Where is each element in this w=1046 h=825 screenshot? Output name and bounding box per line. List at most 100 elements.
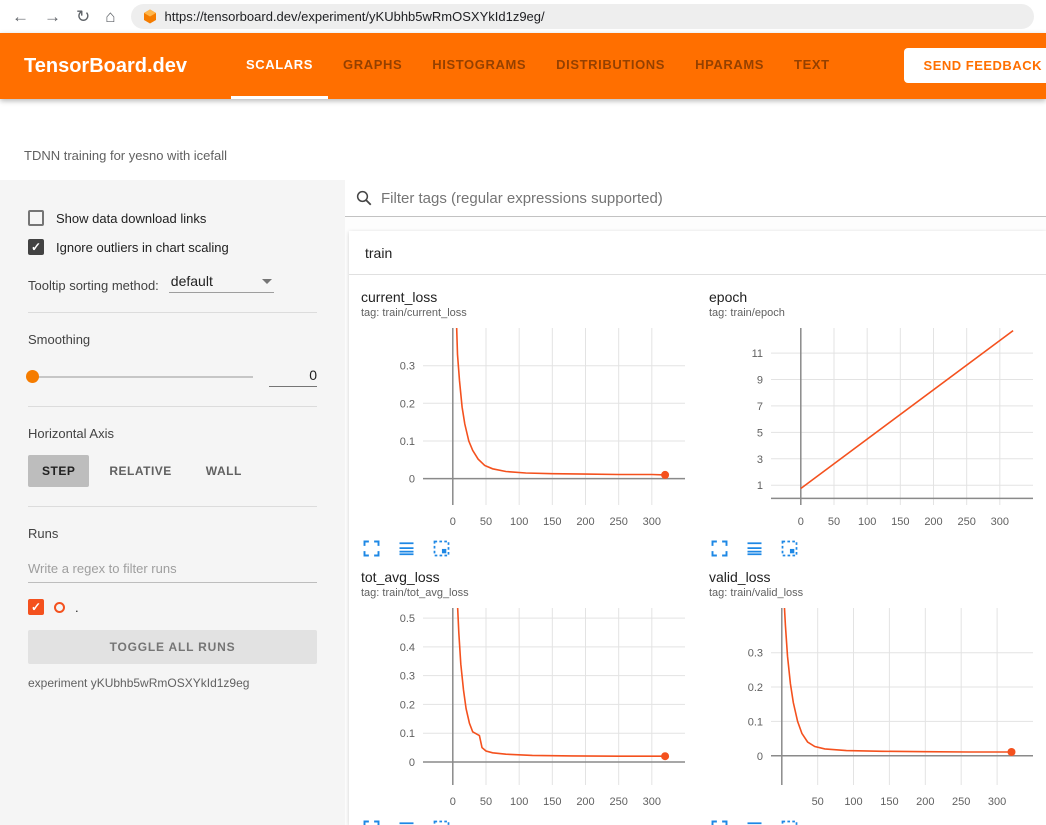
header-tabs: SCALARSGRAPHSHISTOGRAMSDISTRIBUTIONSHPAR…: [231, 33, 845, 99]
filter-tags-input[interactable]: [381, 190, 1046, 207]
smoothing-slider[interactable]: [28, 376, 253, 378]
section-header-train[interactable]: train: [349, 231, 1046, 275]
svg-text:300: 300: [991, 516, 1009, 528]
axis-option-relative[interactable]: RELATIVE: [95, 455, 185, 487]
svg-text:5: 5: [757, 427, 763, 439]
slider-thumb[interactable]: [26, 370, 39, 383]
log-scale-icon[interactable]: [396, 818, 417, 825]
home-icon[interactable]: ⌂: [105, 8, 115, 25]
smoothing-value-input[interactable]: 0: [269, 367, 317, 387]
tooltip-sort-row: Tooltip sorting method: default: [28, 273, 317, 293]
charts-grid: current_loss tag: train/current_loss 0 0.1 0…: [349, 275, 1046, 825]
fit-domain-icon[interactable]: [431, 818, 452, 825]
chart-tag: tag: train/tot_avg_loss: [361, 587, 709, 599]
chart-canvas[interactable]: 00.10.20.350100150200250300: [709, 603, 1041, 811]
horizontal-axis-label: Horizontal Axis: [28, 426, 317, 441]
tooltip-sort-dropdown[interactable]: default: [169, 273, 274, 293]
svg-text:250: 250: [610, 516, 628, 528]
chart-actions: [361, 538, 709, 559]
ignore-outliers-checkbox[interactable]: ✓ Ignore outliers in chart scaling: [28, 239, 317, 255]
svg-text:0: 0: [757, 751, 763, 763]
tab-text[interactable]: TEXT: [779, 33, 845, 99]
expand-chart-icon[interactable]: [361, 818, 382, 825]
svg-text:50: 50: [828, 516, 840, 528]
search-icon: [355, 189, 373, 207]
app-header: TensorBoard.dev SCALARSGRAPHSHISTOGRAMSD…: [0, 33, 1046, 99]
divider: [28, 406, 317, 407]
svg-text:3: 3: [757, 454, 763, 466]
run-color-icon: [54, 602, 65, 613]
back-icon[interactable]: ←: [12, 8, 29, 25]
svg-text:100: 100: [510, 796, 528, 808]
svg-text:100: 100: [844, 796, 862, 808]
svg-text:0.3: 0.3: [400, 671, 415, 683]
axis-option-wall[interactable]: WALL: [192, 455, 256, 487]
main-panel: train current_loss tag: train/current_los…: [345, 180, 1046, 825]
expand-chart-icon[interactable]: [709, 818, 730, 825]
svg-text:200: 200: [924, 516, 942, 528]
checkbox-checked-icon: ✓: [28, 239, 44, 255]
svg-text:7: 7: [757, 401, 763, 413]
run-row[interactable]: ✓ .: [28, 599, 317, 615]
page: ← → ↻ ⌂ https://tensorboard.dev/experime…: [0, 0, 1046, 825]
fit-domain-icon[interactable]: [779, 538, 800, 559]
chart-tag: tag: train/valid_loss: [709, 587, 1046, 599]
log-scale-icon[interactable]: [744, 818, 765, 825]
chart-canvas[interactable]: 1357911050100150200250300: [709, 323, 1041, 531]
svg-text:0.4: 0.4: [400, 642, 415, 654]
svg-text:300: 300: [643, 796, 661, 808]
svg-text:200: 200: [576, 796, 594, 808]
chart-card-current_loss: current_losstag: train/current_loss00.10…: [361, 289, 709, 559]
tensorboard-favicon: [143, 9, 157, 24]
tab-histograms[interactable]: HISTOGRAMS: [417, 33, 541, 99]
svg-text:1: 1: [757, 480, 763, 492]
fit-domain-icon[interactable]: [779, 818, 800, 825]
toggle-all-runs-button[interactable]: TOGGLE ALL RUNS: [28, 630, 317, 664]
svg-text:0.2: 0.2: [400, 699, 415, 711]
chart-canvas[interactable]: 00.10.20.3050100150200250300: [361, 323, 693, 531]
svg-text:250: 250: [958, 516, 976, 528]
tab-scalars[interactable]: SCALARS: [231, 33, 328, 99]
runs-label: Runs: [28, 526, 317, 541]
svg-text:0.2: 0.2: [400, 398, 415, 410]
tab-graphs[interactable]: GRAPHS: [328, 33, 417, 99]
fit-domain-icon[interactable]: [431, 538, 452, 559]
tab-hparams[interactable]: HPARAMS: [680, 33, 779, 99]
chart-canvas[interactable]: 00.10.20.30.40.5050100150200250300: [361, 603, 693, 811]
run-checkbox-checked-icon[interactable]: ✓: [28, 599, 44, 615]
svg-text:0.1: 0.1: [400, 436, 415, 448]
svg-text:50: 50: [812, 796, 824, 808]
reload-icon[interactable]: ↻: [76, 8, 90, 25]
address-bar[interactable]: https://tensorboard.dev/experiment/yKUbh…: [131, 4, 1034, 29]
runs-filter-input[interactable]: [28, 557, 317, 583]
svg-text:250: 250: [610, 796, 628, 808]
svg-text:0: 0: [450, 796, 456, 808]
run-name: .: [75, 600, 79, 615]
smoothing-label: Smoothing: [28, 332, 317, 347]
svg-text:300: 300: [643, 516, 661, 528]
expand-chart-icon[interactable]: [709, 538, 730, 559]
send-feedback-button[interactable]: SEND FEEDBACK: [904, 48, 1046, 83]
chart-actions: [361, 818, 709, 825]
chevron-down-icon: [262, 279, 272, 284]
svg-text:0.2: 0.2: [748, 682, 763, 694]
forward-icon[interactable]: →: [44, 8, 61, 25]
svg-text:50: 50: [480, 516, 492, 528]
svg-text:200: 200: [576, 516, 594, 528]
chart-title: current_loss: [361, 289, 709, 305]
settings-sidebar: Show data download links ✓ Ignore outlie…: [0, 180, 345, 825]
expand-chart-icon[interactable]: [361, 538, 382, 559]
chart-card-tot_avg_loss: tot_avg_losstag: train/tot_avg_loss00.10…: [361, 569, 709, 825]
log-scale-icon[interactable]: [396, 538, 417, 559]
tab-distributions[interactable]: DISTRIBUTIONS: [541, 33, 680, 99]
url-text: https://tensorboard.dev/experiment/yKUbh…: [165, 9, 545, 24]
sub-header: TDNN training for yesno with icefall: [0, 99, 1046, 180]
svg-text:0: 0: [798, 516, 804, 528]
axis-option-step[interactable]: STEP: [28, 455, 89, 487]
horizontal-axis-options: STEPRELATIVEWALL: [28, 455, 317, 487]
content: Show data download links ✓ Ignore outlie…: [0, 180, 1046, 825]
chart-tag: tag: train/current_loss: [361, 307, 709, 319]
svg-text:150: 150: [891, 516, 909, 528]
log-scale-icon[interactable]: [744, 538, 765, 559]
show-download-links-checkbox[interactable]: Show data download links: [28, 210, 317, 226]
